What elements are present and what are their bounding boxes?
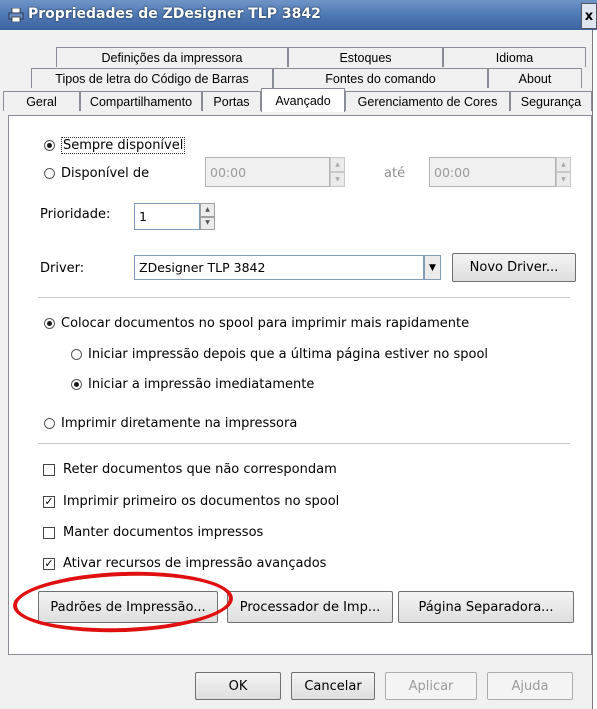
help-button[interactable]: Ajuda	[487, 672, 573, 700]
hold-mismatched-checkbox[interactable]	[43, 463, 55, 476]
chevron-up-icon[interactable]: ▲	[556, 157, 571, 172]
separator-1	[38, 297, 570, 299]
cancel-button[interactable]: Cancelar	[291, 672, 375, 700]
separator-page-button[interactable]: Página Separadora...	[398, 591, 574, 623]
start-after-last-page-option[interactable]: Iniciar impressão depois que a última pá…	[71, 347, 488, 362]
from-time-input[interactable]: 00:00	[205, 157, 330, 187]
print-spooled-first-option[interactable]: ✓ Imprimir primeiro os documentos no spo…	[43, 494, 339, 509]
tab-tipos-letra-codigo-barras[interactable]: Tipos de letra do Código de Barras	[31, 68, 273, 88]
driver-select[interactable]: ZDesigner TLP 3842	[134, 255, 424, 280]
advanced-features-checkbox[interactable]: ✓	[43, 557, 55, 570]
available-from-option[interactable]: Disponível de	[44, 166, 149, 181]
spool-option[interactable]: Colocar documentos no spool para imprimi…	[44, 316, 469, 331]
keep-printed-label: Manter documentos impressos	[63, 525, 264, 540]
print-direct-label: Imprimir diretamente na impressora	[61, 416, 298, 431]
start-after-last-page-radio[interactable]	[71, 349, 82, 360]
close-button[interactable]: x	[581, 3, 597, 29]
tab-about[interactable]: About	[488, 68, 582, 88]
hold-mismatched-label: Reter documentos que não correspondam	[63, 462, 337, 477]
tab-idioma[interactable]: Idioma	[443, 47, 586, 67]
tab-compartilhamento[interactable]: Compartilhamento	[80, 91, 202, 111]
from-time-spinner[interactable]: ▲ ▼	[330, 157, 345, 187]
printing-defaults-button[interactable]: Padrões de Impressão...	[38, 591, 218, 623]
spool-radio[interactable]	[44, 318, 55, 329]
dropdown-arrow-icon[interactable]: ▼	[424, 255, 441, 280]
priority-input[interactable]: 1	[134, 203, 200, 230]
always-available-option[interactable]: Sempre disponível	[44, 137, 186, 154]
print-direct-option[interactable]: Imprimir diretamente na impressora	[44, 416, 297, 431]
priority-label: Prioridade:	[40, 207, 111, 222]
tab-fontes-comando[interactable]: Fontes do comando	[273, 68, 488, 88]
title-bar[interactable]: Propriedades de ZDesigner TLP 3842 x	[0, 0, 597, 30]
keep-printed-checkbox[interactable]	[43, 526, 55, 539]
tab-gerenciamento-cores[interactable]: Gerenciamento de Cores	[345, 91, 510, 111]
start-immediately-option[interactable]: Iniciar a impressão imediatamente	[71, 377, 314, 392]
print-spooled-first-label: Imprimir primeiro os documentos no spool	[63, 494, 340, 509]
tab-definicoes-impressora[interactable]: Definições da impressora	[56, 47, 288, 67]
ok-button[interactable]: OK	[195, 672, 281, 700]
window-title: Propriedades de ZDesigner TLP 3842	[28, 6, 321, 22]
until-label: até	[384, 166, 406, 181]
always-available-radio[interactable]	[44, 140, 55, 151]
spool-label: Colocar documentos no spool para imprimi…	[61, 316, 470, 331]
start-immediately-radio[interactable]	[71, 379, 82, 390]
until-time-spinner[interactable]: ▲ ▼	[556, 157, 571, 187]
chevron-down-icon[interactable]: ▼	[330, 172, 345, 187]
printer-icon	[8, 8, 24, 22]
always-available-label: Sempre disponível	[61, 137, 186, 154]
chevron-up-icon[interactable]: ▲	[330, 157, 345, 172]
driver-label: Driver:	[40, 261, 85, 276]
available-from-radio[interactable]	[44, 168, 55, 179]
tab-portas[interactable]: Portas	[202, 91, 261, 111]
chevron-down-icon[interactable]: ▼	[200, 216, 215, 230]
start-immediately-label: Iniciar a impressão imediatamente	[88, 377, 315, 392]
tab-estoques[interactable]: Estoques	[288, 47, 443, 67]
start-after-last-page-label: Iniciar impressão depois que a última pá…	[88, 347, 489, 362]
print-direct-radio[interactable]	[44, 418, 55, 429]
tab-avancado[interactable]: Avançado	[261, 88, 345, 112]
tab-geral[interactable]: Geral	[3, 91, 80, 111]
print-spooled-first-checkbox[interactable]: ✓	[43, 495, 55, 508]
advanced-features-option[interactable]: ✓ Ativar recursos de impressão avançados	[43, 556, 326, 571]
advanced-features-label: Ativar recursos de impressão avançados	[63, 556, 327, 571]
keep-printed-option[interactable]: Manter documentos impressos	[43, 525, 263, 540]
priority-spinner[interactable]: ▲ ▼	[200, 203, 215, 230]
tab-seguranca[interactable]: Segurança	[510, 91, 592, 111]
hold-mismatched-option[interactable]: Reter documentos que não correspondam	[43, 462, 337, 477]
until-time-input[interactable]: 00:00	[429, 157, 556, 187]
new-driver-button[interactable]: Novo Driver...	[452, 253, 576, 282]
separator-2	[38, 443, 570, 445]
available-from-label: Disponível de	[61, 166, 150, 181]
chevron-up-icon[interactable]: ▲	[200, 203, 215, 217]
print-processor-button[interactable]: Processador de Imp...	[227, 591, 393, 623]
apply-button[interactable]: Aplicar	[385, 672, 477, 700]
chevron-down-icon[interactable]: ▼	[556, 172, 571, 187]
